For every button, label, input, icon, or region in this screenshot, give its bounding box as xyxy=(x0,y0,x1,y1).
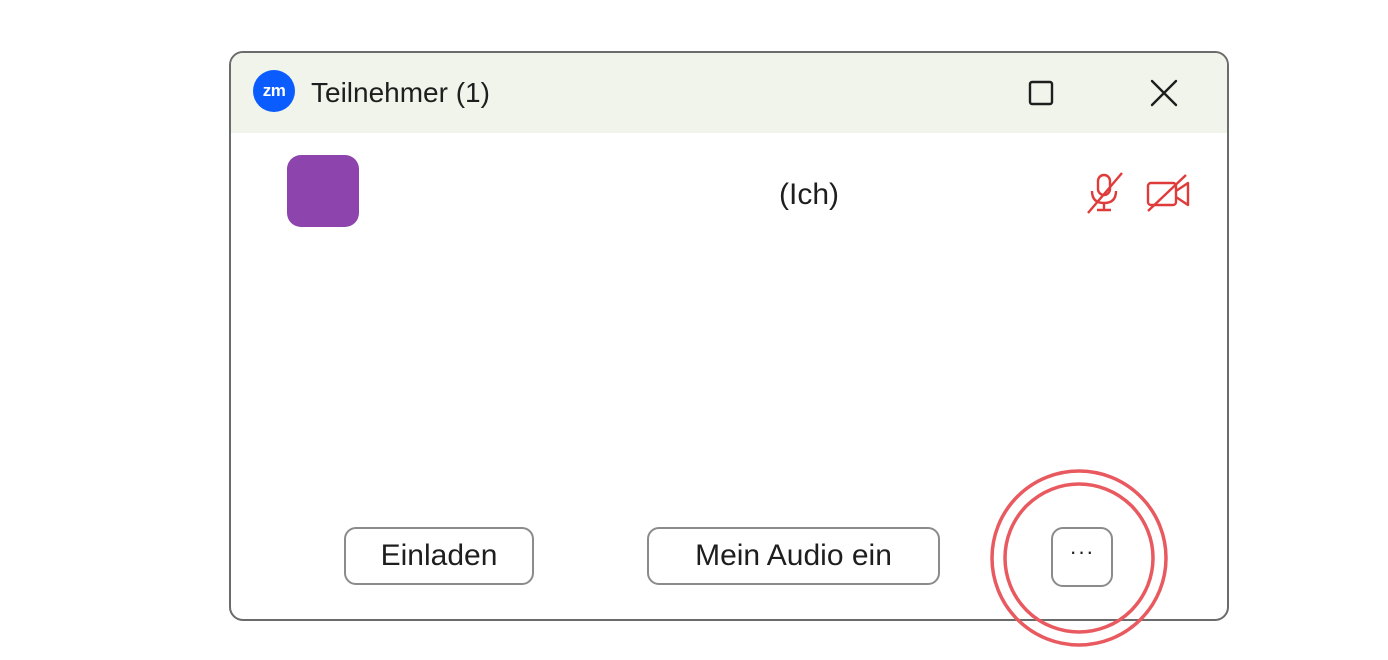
title-bar: zm Teilnehmer (1) xyxy=(231,53,1227,133)
self-tag: (Ich) xyxy=(779,178,839,211)
close-icon xyxy=(1150,79,1178,107)
participant-row[interactable]: (Ich) xyxy=(231,153,1227,229)
participants-window: zm Teilnehmer (1) (Ich) Einladen Mein Au… xyxy=(229,51,1229,621)
join-audio-button[interactable]: Mein Audio ein xyxy=(647,527,940,585)
close-button[interactable] xyxy=(1144,73,1184,113)
avatar xyxy=(287,155,359,227)
mic-off-icon[interactable] xyxy=(1083,171,1127,215)
maximize-button[interactable] xyxy=(1021,73,1061,113)
window-title: Teilnehmer (1) xyxy=(311,77,490,108)
zoom-logo-icon: zm xyxy=(253,70,295,112)
maximize-icon xyxy=(1028,80,1054,106)
more-options-button[interactable]: ··· xyxy=(1051,527,1113,587)
video-off-icon[interactable] xyxy=(1144,171,1192,215)
invite-button[interactable]: Einladen xyxy=(344,527,534,585)
